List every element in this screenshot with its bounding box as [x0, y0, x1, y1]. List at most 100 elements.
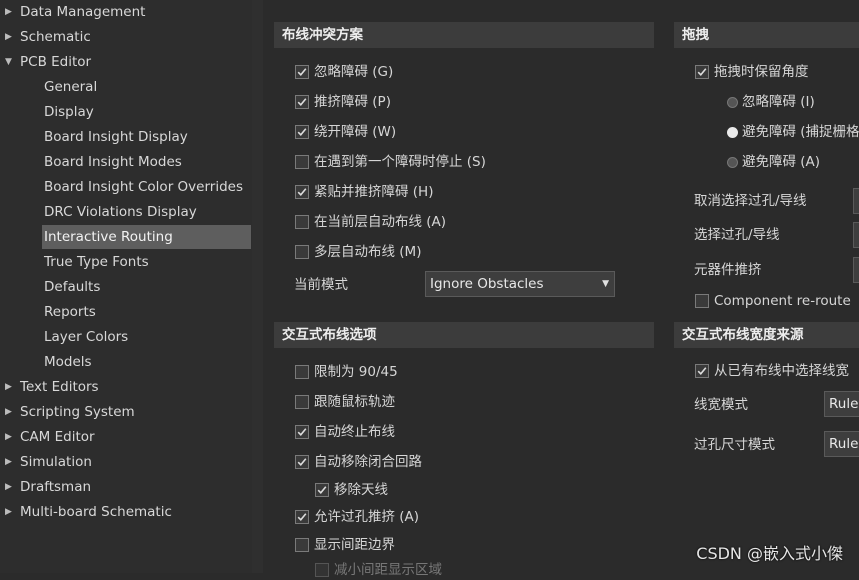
- conflict-option-label: 在遇到第一个障碍时停止 (S): [314, 154, 486, 170]
- radio-button[interactable]: [727, 127, 738, 138]
- checkbox: [315, 563, 329, 577]
- interactive-options-title: 交互式布线选项: [282, 327, 377, 343]
- current-mode-label: 当前模式: [294, 277, 348, 293]
- caret-down-icon: ▼: [602, 279, 609, 289]
- sidebar-item-label: Data Management: [20, 4, 146, 20]
- conflict-section-header: 布线冲突方案: [274, 22, 654, 48]
- interactive-option-label: 自动移除闭合回路: [314, 454, 422, 470]
- sidebar-item-general[interactable]: General: [42, 75, 251, 99]
- drag-radio-label: 避免障碍 (A): [742, 154, 821, 170]
- sidebar-item-label: CAM Editor: [20, 429, 95, 445]
- checkbox[interactable]: [295, 365, 309, 379]
- pick-width-label: 从已有布线中选择线宽: [714, 363, 849, 379]
- checkbox[interactable]: [295, 245, 309, 259]
- sidebar-item-layer-colors[interactable]: Layer Colors: [42, 325, 251, 349]
- triangle-right-icon[interactable]: ▶: [5, 25, 12, 49]
- pick-width-check[interactable]: [695, 364, 709, 378]
- interactive-option-label: 限制为 90/45: [314, 364, 398, 380]
- sidebar-item-defaults[interactable]: Defaults: [42, 275, 251, 299]
- interactive-option-label: 移除天线: [334, 482, 388, 498]
- sidebar-item-data-management[interactable]: ▶ Data Management: [0, 0, 251, 24]
- drag-field-select[interactable]: [853, 222, 859, 248]
- width-field-select[interactable]: Rule: [824, 431, 859, 457]
- triangle-right-icon[interactable]: ▶: [5, 375, 12, 399]
- sidebar-item-label: Draftsman: [20, 479, 92, 495]
- check-icon: [297, 98, 307, 106]
- splitter[interactable]: [252, 0, 263, 573]
- width-field-value: Rule: [829, 396, 859, 412]
- drag-field-select[interactable]: [853, 188, 859, 214]
- sidebar-item-board-insight-display[interactable]: Board Insight Display: [42, 125, 251, 149]
- width-field-select[interactable]: Rule: [824, 391, 859, 417]
- sidebar-item-label: Board Insight Display: [44, 129, 188, 145]
- sidebar-item-board-insight-modes[interactable]: Board Insight Modes: [42, 150, 251, 174]
- sidebar-item-simulation[interactable]: ▶ Simulation: [0, 450, 251, 474]
- interactive-option-label: 自动终止布线: [314, 424, 395, 440]
- sidebar-item-interactive-routing[interactable]: Interactive Routing: [42, 225, 251, 249]
- sidebar-item-true-type-fonts[interactable]: True Type Fonts: [42, 250, 251, 274]
- checkbox[interactable]: [295, 455, 309, 469]
- sidebar-item-drc-violations-display[interactable]: DRC Violations Display: [42, 200, 251, 224]
- check-icon: [297, 458, 307, 466]
- width-field-label: 线宽模式: [694, 397, 748, 413]
- sidebar-item-label: Multi-board Schematic: [20, 504, 172, 520]
- checkbox[interactable]: [295, 95, 309, 109]
- triangle-right-icon[interactable]: ▶: [5, 425, 12, 449]
- component-reroute-check[interactable]: [695, 294, 709, 308]
- conflict-option-label: 推挤障碍 (P): [314, 94, 391, 110]
- keep-angle-check[interactable]: [695, 65, 709, 79]
- width-field-label: 过孔尺寸模式: [694, 437, 775, 453]
- sidebar-item-cam-editor[interactable]: ▶ CAM Editor: [0, 425, 251, 449]
- current-mode-select[interactable]: Ignore Obstacles ▼: [425, 271, 615, 297]
- sidebar-item-label: Display: [44, 104, 94, 120]
- triangle-right-icon[interactable]: ▶: [5, 0, 12, 24]
- sidebar-item-scripting-system[interactable]: ▶ Scripting System: [0, 400, 251, 424]
- checkbox[interactable]: [295, 155, 309, 169]
- sidebar-item-draftsman[interactable]: ▶ Draftsman: [0, 475, 251, 499]
- check-icon: [697, 68, 707, 76]
- sidebar-item-board-insight-color-overrides[interactable]: Board Insight Color Overrides: [42, 175, 251, 199]
- sidebar-item-reports[interactable]: Reports: [42, 300, 251, 324]
- checkbox[interactable]: [295, 395, 309, 409]
- sidebar-item-schematic[interactable]: ▶ Schematic: [0, 25, 251, 49]
- sidebar-item-models[interactable]: Models: [42, 350, 251, 374]
- triangle-down-icon[interactable]: ▼: [5, 50, 12, 74]
- checkbox[interactable]: [295, 215, 309, 229]
- triangle-right-icon[interactable]: ▶: [5, 450, 12, 474]
- conflict-option-label: 绕开障碍 (W): [314, 124, 397, 140]
- checkbox[interactable]: [295, 510, 309, 524]
- sidebar-item-label: Board Insight Modes: [44, 154, 182, 170]
- sidebar-item-display[interactable]: Display: [42, 100, 251, 124]
- check-icon: [297, 188, 307, 196]
- sidebar-item-text-editors[interactable]: ▶ Text Editors: [0, 375, 251, 399]
- sidebar-item-label: PCB Editor: [20, 54, 92, 70]
- watermark: CSDN @嵌入式小傑: [696, 544, 843, 563]
- checkbox[interactable]: [295, 125, 309, 139]
- triangle-right-icon[interactable]: ▶: [5, 400, 12, 424]
- drag-section-title: 拖拽: [682, 27, 709, 43]
- drag-field-label: 元器件推挤: [694, 262, 762, 278]
- check-icon: [297, 128, 307, 136]
- sidebar-item-label: Interactive Routing: [44, 229, 173, 245]
- sidebar-item-label: Board Insight Color Overrides: [44, 179, 243, 195]
- options-tree: ▶ Data Management ▶ Schematic ▼ PCB Editor Gen…: [0, 0, 253, 573]
- checkbox[interactable]: [295, 538, 309, 552]
- triangle-right-icon[interactable]: ▶: [5, 500, 12, 524]
- triangle-right-icon[interactable]: ▶: [5, 475, 12, 499]
- sidebar-item-multi-board-schematic[interactable]: ▶ Multi-board Schematic: [0, 500, 251, 524]
- check-icon: [297, 428, 307, 436]
- checkbox[interactable]: [295, 425, 309, 439]
- radio-button[interactable]: [727, 97, 738, 108]
- check-icon: [697, 367, 707, 375]
- radio-button[interactable]: [727, 157, 738, 168]
- sidebar-item-label: Schematic: [20, 29, 91, 45]
- check-icon: [297, 68, 307, 76]
- checkbox[interactable]: [295, 65, 309, 79]
- conflict-option-label: 在当前层自动布线 (A): [314, 214, 447, 230]
- drag-field-select[interactable]: [853, 257, 859, 283]
- checkbox[interactable]: [315, 483, 329, 497]
- checkbox[interactable]: [295, 185, 309, 199]
- width-source-title: 交互式布线宽度来源: [682, 327, 804, 343]
- sidebar-item-label: Simulation: [20, 454, 92, 470]
- sidebar-item-pcb-editor[interactable]: ▼ PCB Editor: [0, 50, 251, 74]
